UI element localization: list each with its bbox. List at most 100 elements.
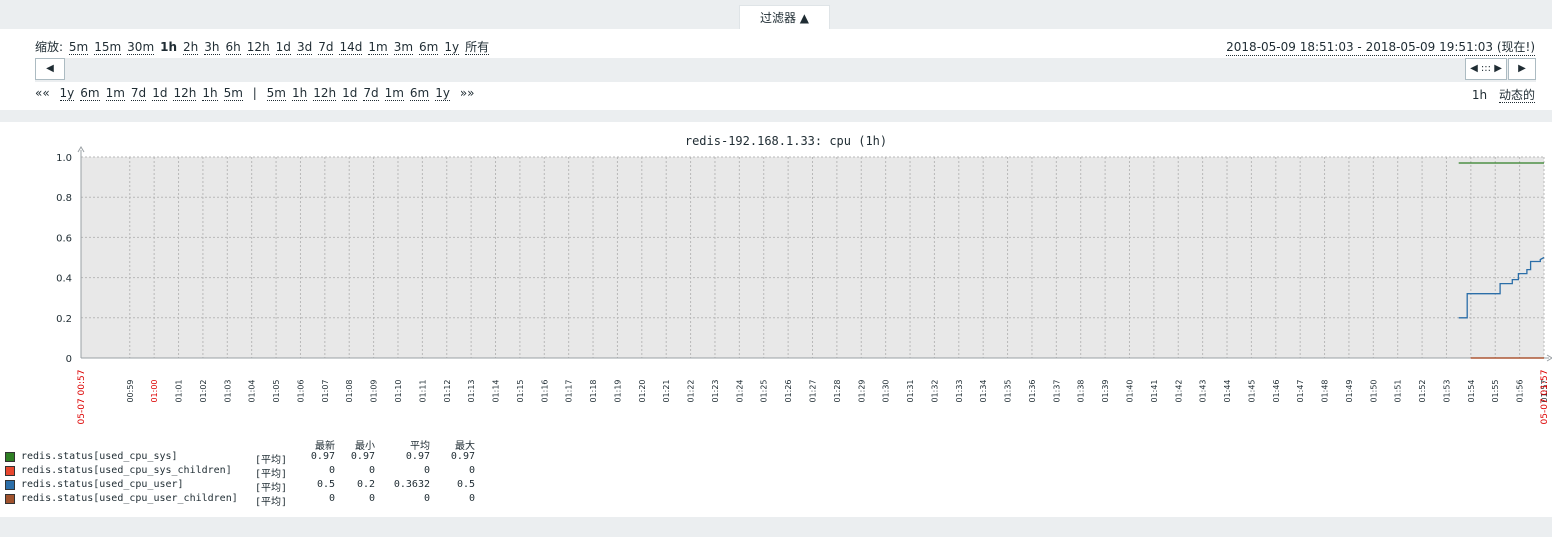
legend-series-name: redis.status[used_cpu_user_children] bbox=[21, 493, 238, 504]
x-tick-label: 01:11 bbox=[418, 379, 427, 402]
zoom-option-11[interactable]: 14d bbox=[339, 40, 363, 55]
x-tick-label: 01:30 bbox=[882, 379, 891, 402]
zoom-option-14[interactable]: 6m bbox=[419, 40, 439, 55]
legend-series-name: redis.status[used_cpu_sys] bbox=[21, 451, 178, 462]
x-tick-label: 01:53 bbox=[1442, 379, 1451, 402]
timeline-scrollbar[interactable]: ◀ ◀ ::: ▶ ▶ bbox=[35, 58, 1536, 82]
x-tick-label: 01:24 bbox=[735, 379, 744, 402]
x-tick-label: 01:47 bbox=[1296, 379, 1305, 402]
x-tick-label: 01:43 bbox=[1199, 379, 1208, 402]
x-tick-label: 01:31 bbox=[906, 379, 915, 402]
scroll-handle[interactable]: ◀ ::: ▶ bbox=[1465, 58, 1507, 80]
x-tick-label: 01:32 bbox=[930, 379, 939, 402]
x-tick-label: 01:27 bbox=[809, 379, 818, 402]
nav-forward-link-6[interactable]: 6m bbox=[409, 86, 430, 101]
y-tick-label: 0.4 bbox=[56, 274, 72, 285]
nav-back-link-3[interactable]: 7d bbox=[130, 86, 147, 101]
time-filter-panel: 缩放: 5m 15m 30m 1h 2h 3h 6h 12h 1d 3d 7d 14d 1m 3m 6m 1y… bbox=[0, 29, 1552, 110]
nav-back-link-5[interactable]: 12h bbox=[173, 86, 197, 101]
nav-back-link-6[interactable]: 1h bbox=[202, 86, 218, 101]
zoom-option-2[interactable]: 30m bbox=[127, 40, 155, 55]
x-tick-label: 01:54 bbox=[1467, 379, 1476, 402]
dynamic-toggle[interactable]: 动态的 bbox=[1498, 88, 1535, 103]
x-tick-label: 01:25 bbox=[760, 379, 769, 402]
x-tick-label: 01:05 bbox=[272, 379, 281, 402]
nav-forward-link-0[interactable]: 5m bbox=[266, 86, 286, 101]
x-tick-label: 01:52 bbox=[1418, 379, 1427, 402]
x-tick-label: 01:22 bbox=[687, 379, 696, 402]
nav-forward-link-7[interactable]: 1y bbox=[435, 86, 450, 101]
x-tick-label: 01:23 bbox=[711, 379, 720, 402]
x-tick-label: 01:49 bbox=[1345, 379, 1354, 402]
nav-forward-link-3[interactable]: 1d bbox=[342, 86, 358, 101]
time-range-text[interactable]: 2018-05-09 18:51:03 - 2018-05-09 19:51:0… bbox=[1226, 38, 1535, 56]
zoom-option-4[interactable]: 2h bbox=[183, 40, 199, 55]
scroll-right-button[interactable]: ▶ bbox=[1508, 58, 1536, 80]
zoom-option-3[interactable]: 1h bbox=[160, 40, 177, 54]
zoom-option-7[interactable]: 12h bbox=[246, 40, 270, 55]
nav-forward-link-1[interactable]: 1h bbox=[291, 86, 308, 101]
nav-forward-link-2[interactable]: 12h bbox=[313, 86, 337, 101]
zoom-option-15[interactable]: 1y bbox=[444, 40, 460, 55]
y-tick-label: 0.2 bbox=[56, 314, 72, 325]
x-tick-label: 01:02 bbox=[199, 379, 208, 402]
x-tick-label: 01:09 bbox=[370, 379, 379, 402]
x-tick-label: 01:07 bbox=[321, 379, 330, 402]
nav-back-link-0[interactable]: 1y bbox=[59, 86, 75, 101]
x-tick-label: 01:14 bbox=[492, 379, 501, 402]
zoom-row: 缩放: 5m 15m 30m 1h 2h 3h 6h 12h 1d 3d 7d 14d 1m 3m 6m 1y… bbox=[35, 38, 495, 55]
zoom-option-5[interactable]: 3h bbox=[204, 40, 220, 55]
nav-back-link-1[interactable]: 6m bbox=[80, 86, 100, 101]
x-tick-label: 01:35 bbox=[1004, 379, 1013, 402]
nav-forward-link-5[interactable]: 1m bbox=[384, 86, 404, 101]
zoom-option-0[interactable]: 5m bbox=[68, 40, 89, 55]
x-tick-label: 00:59 bbox=[126, 379, 135, 402]
zoom-option-8[interactable]: 1d bbox=[275, 40, 291, 55]
x-tick-label: 01:55 bbox=[1491, 379, 1500, 402]
legend-swatch bbox=[5, 494, 15, 504]
zoom-option-16[interactable]: 所有 bbox=[465, 40, 490, 55]
nav-back-link-2[interactable]: 1m bbox=[105, 86, 125, 101]
legend-header-3: 最大 bbox=[455, 441, 475, 452]
legend-stat-value: 0 bbox=[468, 465, 475, 476]
period-info: 1h 动态的 bbox=[1472, 86, 1535, 103]
zoom-label: 缩放: bbox=[35, 40, 64, 54]
nav-back-link-4[interactable]: 1d bbox=[152, 86, 168, 101]
y-tick-label: 1.0 bbox=[56, 153, 72, 164]
filter-toggle-tab[interactable]: 过滤器 ▲ bbox=[739, 5, 830, 29]
zoom-option-6[interactable]: 6h bbox=[225, 40, 241, 55]
forward-suffix: »» bbox=[459, 86, 475, 100]
nav-back-link-7[interactable]: 5m bbox=[223, 86, 243, 101]
x-tick-label: 01:50 bbox=[1369, 379, 1378, 402]
x-tick-label: 01:04 bbox=[248, 379, 257, 402]
legend-series-name: redis.status[used_cpu_user] bbox=[21, 479, 184, 490]
nav-forward-link-4[interactable]: 7d bbox=[363, 86, 379, 101]
zoom-option-12[interactable]: 1m bbox=[368, 40, 388, 55]
graph-panel: redis-192.168.1.33: cpu (1h) 1.0 0.8 0.6 0.4… bbox=[0, 122, 1552, 517]
legend-swatch bbox=[5, 466, 15, 476]
x-tick-label: 01:44 bbox=[1223, 379, 1232, 402]
legend-stat-value: 0.97 bbox=[450, 451, 475, 462]
legend-stat-value: 0 bbox=[368, 493, 375, 504]
zoom-option-13[interactable]: 3m bbox=[393, 40, 414, 55]
x-tick-label: 01:34 bbox=[979, 379, 988, 402]
x-tick-label: 01:29 bbox=[857, 379, 866, 402]
x-start-label: 05-07 00:57 bbox=[77, 370, 87, 425]
x-tick-label: 01:39 bbox=[1101, 379, 1110, 402]
x-tick-label: 01:42 bbox=[1174, 379, 1183, 402]
x-tick-label: 01:38 bbox=[1077, 379, 1086, 402]
zoom-option-9[interactable]: 3d bbox=[296, 40, 313, 55]
chart-title: redis-192.168.1.33: cpu (1h) bbox=[685, 134, 887, 148]
scroll-left-button[interactable]: ◀ bbox=[35, 58, 65, 80]
legend-stat-value: 0 bbox=[468, 493, 475, 504]
x-tick-label: 01:45 bbox=[1247, 379, 1256, 402]
legend-swatch bbox=[5, 452, 15, 462]
zoom-option-10[interactable]: 7d bbox=[318, 40, 334, 55]
x-tick-label: 01:01 bbox=[175, 379, 184, 402]
x-tick-label: 01:03 bbox=[223, 379, 232, 402]
x-tick-label: 01:40 bbox=[1125, 379, 1134, 402]
legend-series-name: redis.status[used_cpu_sys_children] bbox=[21, 465, 232, 476]
x-tick-label: 01:21 bbox=[662, 379, 671, 402]
legend-stat-value: 0.5 bbox=[456, 479, 475, 490]
zoom-option-1[interactable]: 15m bbox=[94, 40, 122, 55]
